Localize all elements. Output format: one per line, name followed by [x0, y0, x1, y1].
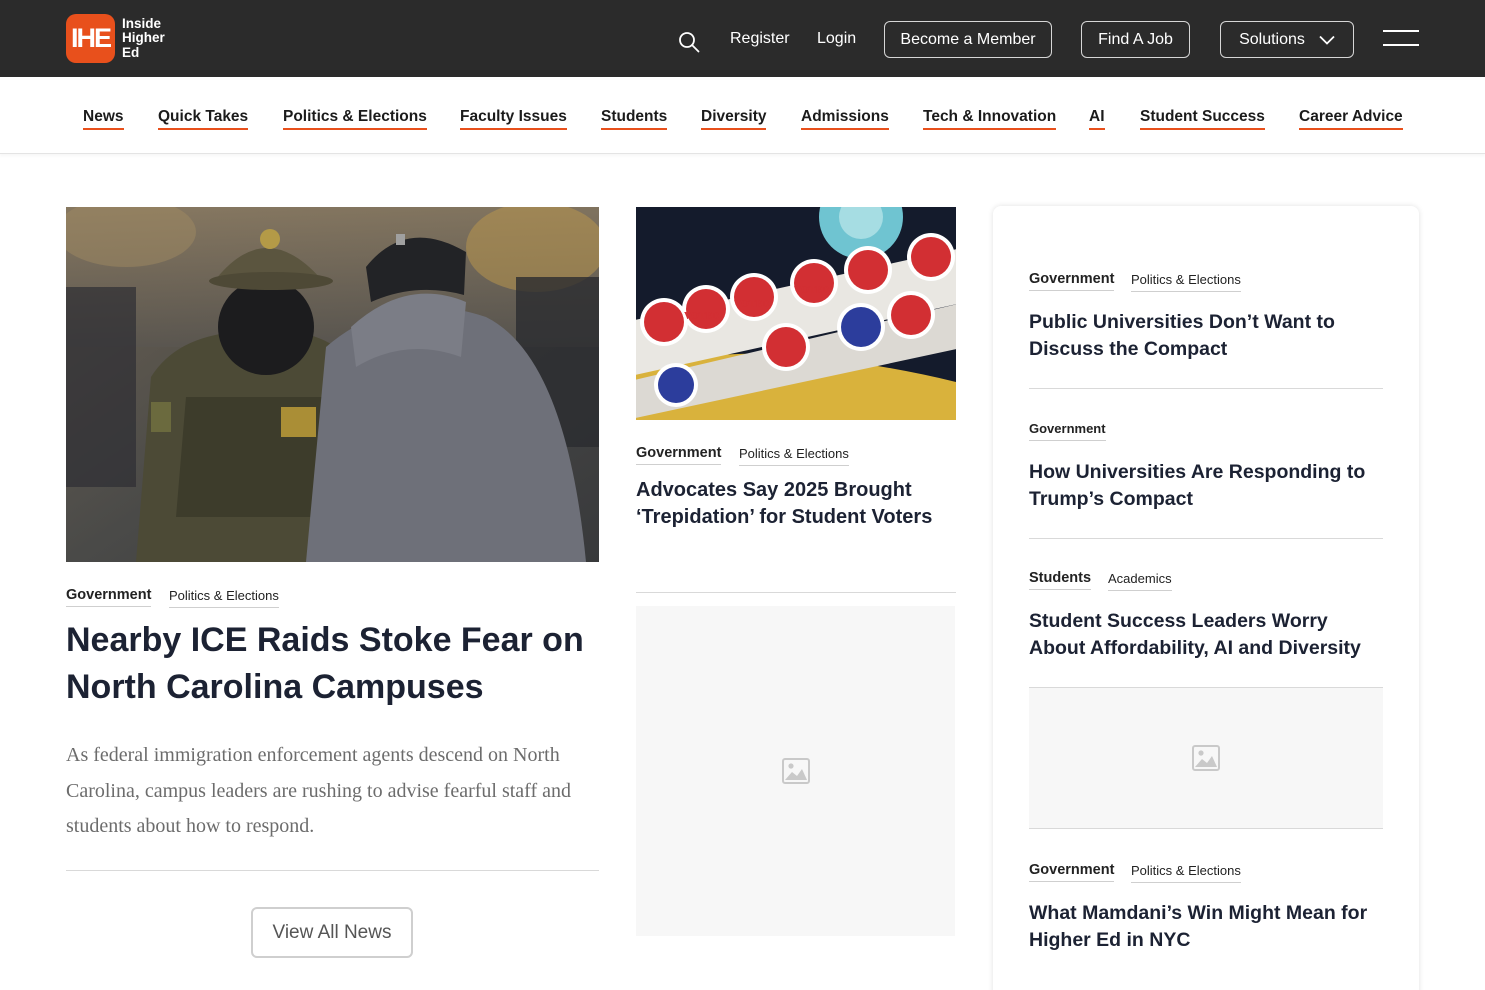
sidebar-story-4-tag-primary[interactable]: Government — [1029, 862, 1115, 882]
nav-item-quick-takes[interactable]: Quick Takes — [158, 108, 249, 130]
sidebar-divider — [1029, 538, 1383, 539]
section-nav: News Quick Takes Politics & Elections Fa… — [0, 77, 1485, 154]
sidebar-story-1-tag-primary[interactable]: Government — [1029, 271, 1115, 291]
nav-item-ai[interactable]: AI — [1089, 108, 1105, 130]
sidebar-image-placeholder — [1029, 688, 1383, 829]
solutions-label: Solutions — [1239, 30, 1305, 48]
logo-mark: IHE — [66, 14, 115, 63]
sidebar-story-4-headline[interactable]: What Mamdani’s Win Might Mean for Higher… — [1029, 900, 1383, 953]
sidebar-story-1-tag-secondary[interactable]: Politics & Elections — [1131, 272, 1241, 292]
image-placeholder — [636, 606, 955, 936]
sidebar-story-1-headline[interactable]: Public Universities Don’t Want to Discus… — [1029, 309, 1383, 362]
nav-item-student-success[interactable]: Student Success — [1140, 108, 1265, 130]
nav-item-admissions[interactable]: Admissions — [801, 108, 889, 130]
solutions-dropdown[interactable]: Solutions — [1220, 21, 1354, 58]
sidebar-story-3-tag-secondary[interactable]: Academics — [1108, 571, 1172, 591]
image-placeholder-icon — [1192, 745, 1220, 771]
nav-item-faculty-issues[interactable]: Faculty Issues — [460, 108, 567, 130]
lead-story-image[interactable] — [66, 207, 599, 562]
nav-item-politics-elections[interactable]: Politics & Elections — [283, 108, 427, 130]
middle-tag-secondary[interactable]: Politics & Elections — [739, 446, 849, 466]
sticker-text-voted-2: VOTED — [734, 299, 769, 310]
nav-item-diversity[interactable]: Diversity — [701, 108, 767, 130]
lead-summary: As federal immigration enforcement agent… — [66, 744, 571, 837]
image-placeholder-icon — [781, 758, 810, 784]
search-icon[interactable] — [678, 31, 700, 53]
register-link[interactable]: Register — [730, 30, 790, 48]
nav-item-tech-innovation[interactable]: Tech & Innovation — [923, 108, 1057, 130]
lead-headline[interactable]: Nearby ICE Raids Stoke Fear on North Car… — [66, 617, 599, 711]
sticker-text-voted: VOTED — [684, 311, 719, 322]
nav-item-news[interactable]: News — [83, 108, 124, 130]
site-logo[interactable]: IHE Inside Higher Ed — [66, 14, 165, 63]
logo-line-3: Ed — [122, 44, 140, 60]
view-all-news-button[interactable]: View All News — [251, 907, 413, 958]
logo-line-1: Inside — [122, 15, 162, 31]
logo-line-2: Higher — [122, 30, 165, 46]
logo-wordmark: Inside Higher Ed — [122, 15, 165, 61]
middle-story-image[interactable]: VOTED VOTED VOTED — [636, 207, 956, 420]
sidebar-divider — [1029, 388, 1383, 389]
become-member-button[interactable]: Become a Member — [884, 21, 1052, 58]
sidebar-story-3-headline[interactable]: Student Success Leaders Worry About Affo… — [1029, 608, 1383, 661]
lead-tag-secondary[interactable]: Politics & Elections — [169, 588, 279, 608]
top-bar: IHE Inside Higher Ed Register Login Beco… — [0, 0, 1485, 77]
chevron-down-icon — [1319, 35, 1335, 45]
hamburger-menu-icon[interactable] — [1383, 30, 1419, 46]
sidebar-story-2-headline[interactable]: How Universities Are Responding to Trump… — [1029, 459, 1383, 512]
middle-headline[interactable]: Advocates Say 2025 Brought ‘Trepidation’… — [636, 477, 956, 531]
lead-tag-primary[interactable]: Government — [66, 587, 152, 607]
sidebar-story-2-tag-primary[interactable]: Government — [1029, 421, 1106, 441]
lead-divider — [66, 870, 599, 871]
sidebar-story-3-tag-primary[interactable]: Students — [1029, 570, 1092, 590]
nav-item-career-advice[interactable]: Career Advice — [1299, 108, 1403, 130]
nav-item-students[interactable]: Students — [601, 108, 668, 130]
sidebar-story-4-tag-secondary[interactable]: Politics & Elections — [1131, 863, 1241, 883]
middle-tag-primary[interactable]: Government — [636, 445, 722, 465]
login-link[interactable]: Login — [817, 30, 856, 48]
find-job-button[interactable]: Find A Job — [1081, 21, 1190, 58]
middle-divider — [636, 592, 956, 593]
sticker-text-voted-3: VOTED — [794, 285, 829, 296]
